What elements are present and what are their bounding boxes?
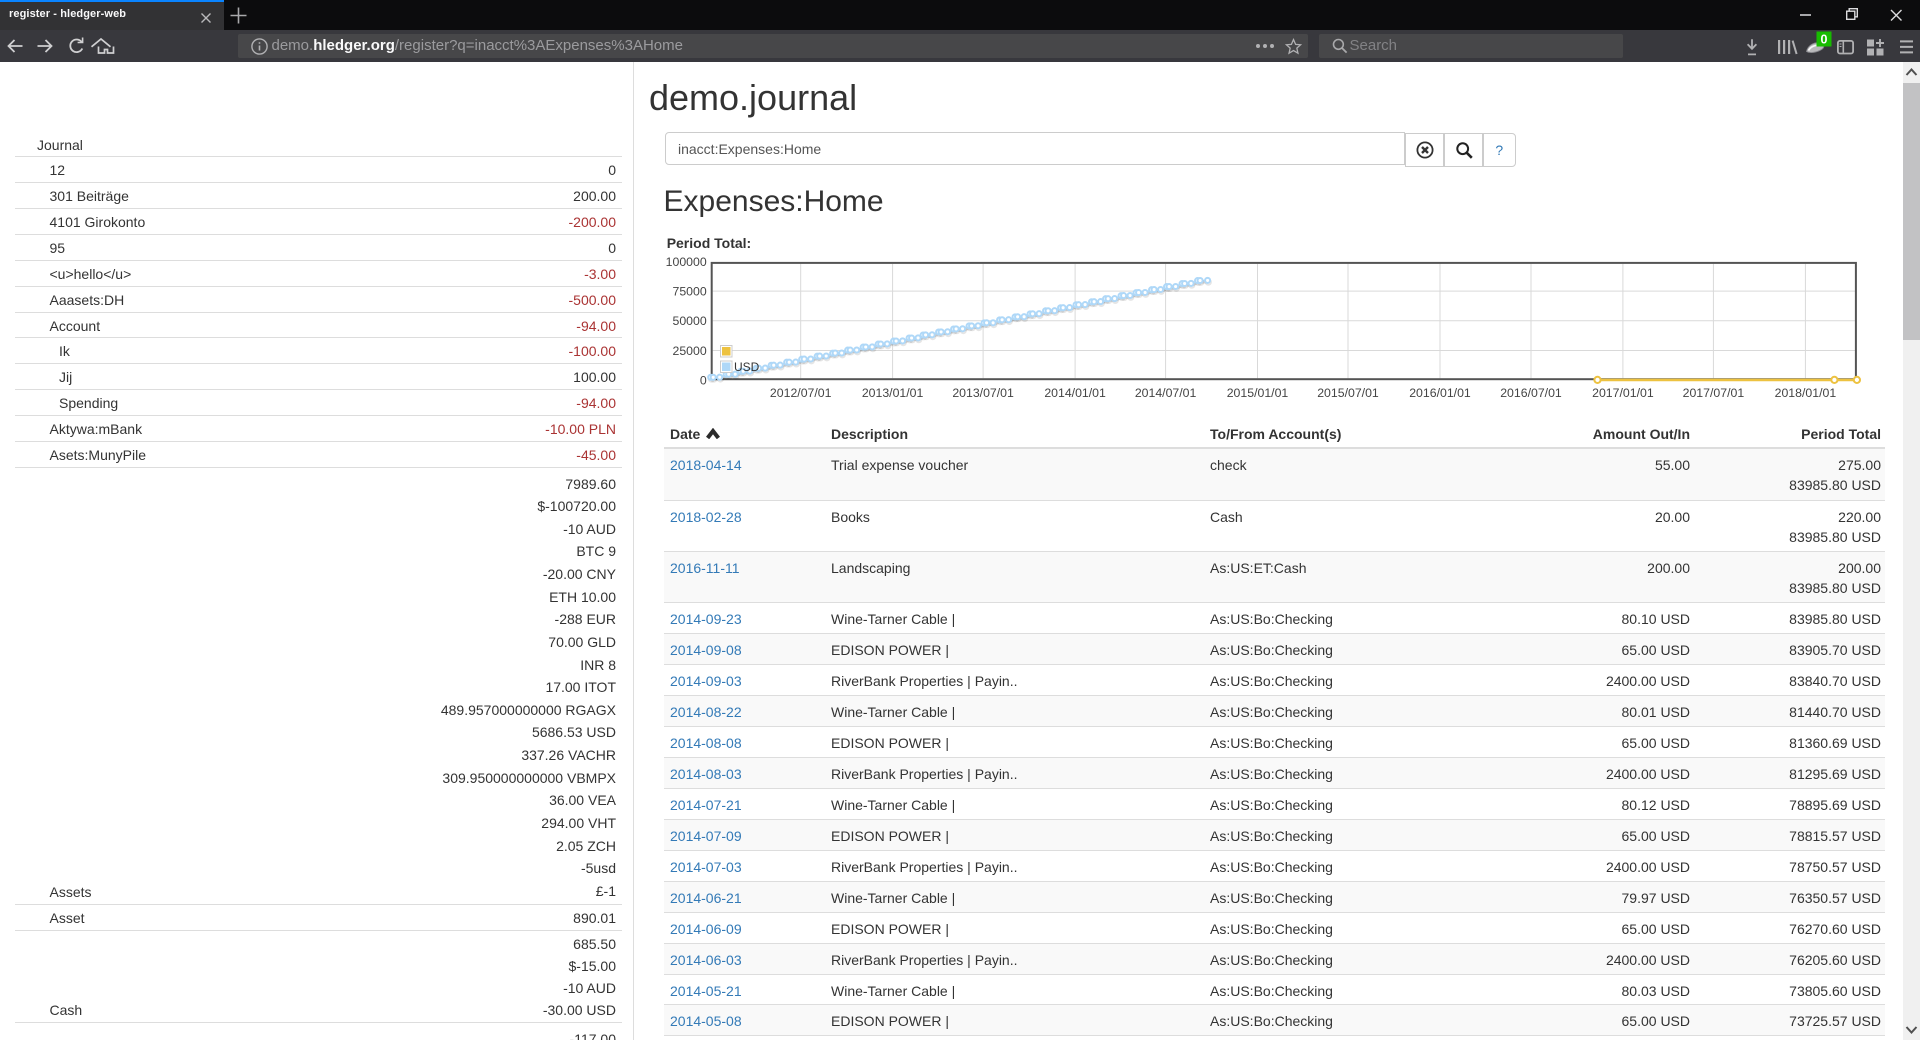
svg-text:0: 0 — [1820, 33, 1827, 47]
svg-text:2016/01/01: 2016/01/01 — [1409, 386, 1471, 400]
svg-text:2013/01/01: 2013/01/01 — [862, 386, 924, 400]
svg-text:2014/01/01: 2014/01/01 — [1044, 386, 1106, 400]
svg-text:2016/07/01: 2016/07/01 — [1500, 386, 1562, 400]
svg-text:2013/07/01: 2013/07/01 — [952, 386, 1014, 400]
svg-text:0: 0 — [700, 374, 707, 388]
svg-text:2018/01/01: 2018/01/01 — [1775, 386, 1837, 400]
svg-text:2015/07/01: 2015/07/01 — [1317, 386, 1379, 400]
svg-text:100000: 100000 — [666, 255, 707, 269]
svg-text:2015/01/01: 2015/01/01 — [1227, 386, 1289, 400]
svg-text:75000: 75000 — [672, 285, 706, 299]
svg-text:2017/07/01: 2017/07/01 — [1683, 386, 1745, 400]
svg-text:USD: USD — [734, 360, 760, 374]
svg-text:2012/07/01: 2012/07/01 — [770, 386, 832, 400]
svg-text:2014/07/01: 2014/07/01 — [1135, 386, 1197, 400]
svg-text:25000: 25000 — [672, 344, 706, 358]
svg-text:50000: 50000 — [672, 314, 706, 328]
svg-text:2017/01/01: 2017/01/01 — [1592, 386, 1654, 400]
